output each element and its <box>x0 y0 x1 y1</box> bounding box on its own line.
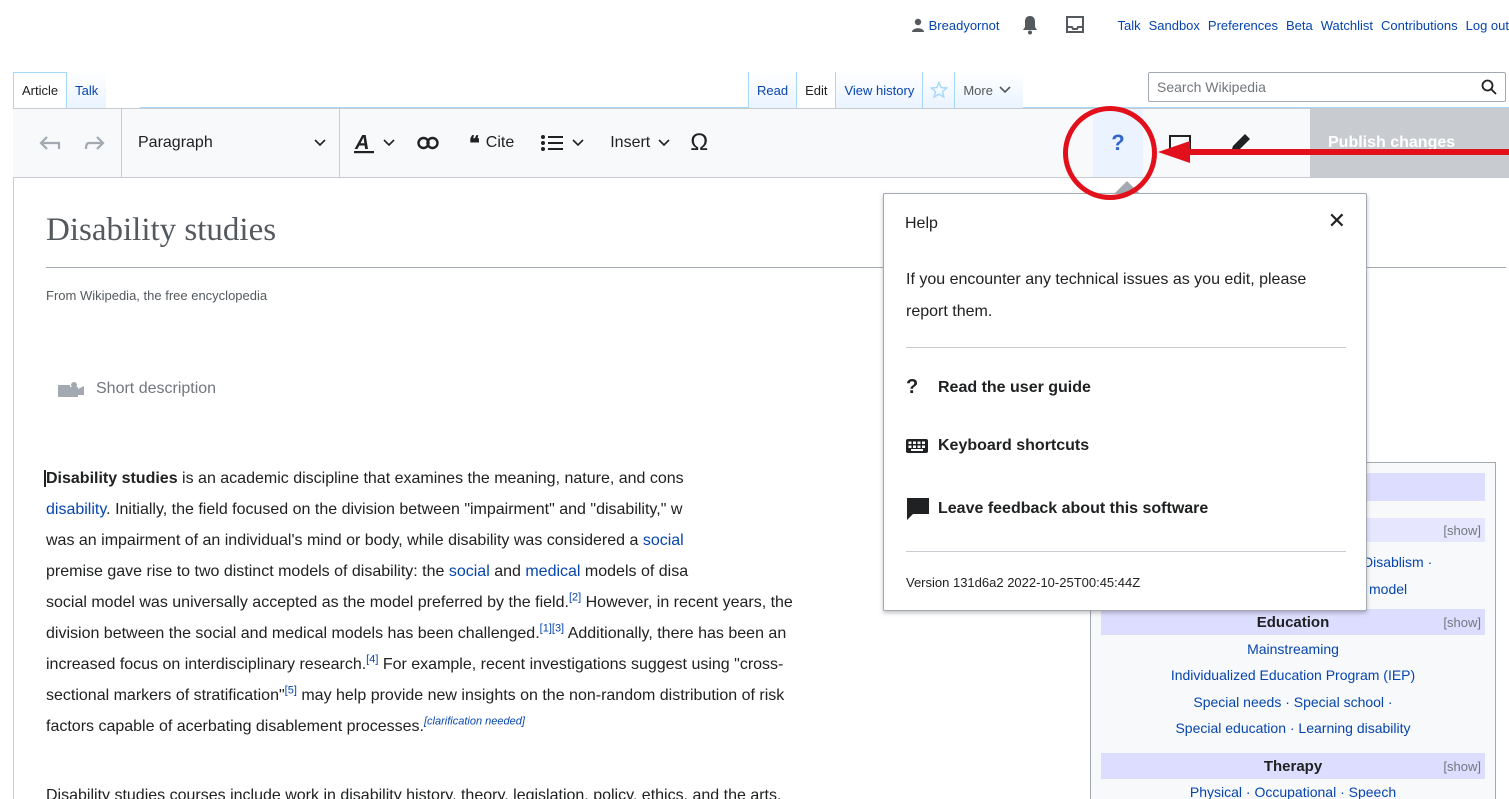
link-disability[interactable]: disability <box>46 501 106 518</box>
insert-label: Insert <box>610 134 651 151</box>
link-beta[interactable]: Beta <box>1286 18 1313 33</box>
link-disablism[interactable]: Disablism · <box>1363 554 1432 570</box>
question-icon: ? <box>906 376 919 398</box>
text-style-icon: A <box>354 132 374 154</box>
link-talk[interactable]: Talk <box>1117 18 1140 33</box>
svg-text:A: A <box>354 132 369 154</box>
namespace-tabs: Article Talk <box>13 72 107 108</box>
tab-edit[interactable]: Edit <box>796 72 836 108</box>
show-toggle[interactable]: [show] <box>1443 759 1481 774</box>
watch-star-icon[interactable] <box>922 72 955 108</box>
close-icon[interactable]: ✕ <box>1328 208 1346 234</box>
search-icon[interactable] <box>1481 79 1497 95</box>
article-paragraph-2[interactable]: Disability studies courses include work … <box>46 780 1086 799</box>
quote-icon: ❝ <box>469 132 480 155</box>
short-description-template[interactable]: Short description <box>58 380 216 398</box>
education-title: Education <box>1256 613 1330 631</box>
chevron-down-icon <box>572 139 584 147</box>
puzzle-piece-icon <box>58 382 84 397</box>
history-group <box>13 109 105 177</box>
education-item[interactable]: Individualized Education Program (IEP) <box>1101 667 1485 683</box>
help-item-label: Leave feedback about this software <box>938 500 1209 517</box>
bullet-list-icon <box>541 135 564 151</box>
toolbar-separator <box>339 108 340 178</box>
search-input[interactable]: Search Wikipedia <box>1148 72 1506 102</box>
view-tabs: Read Edit View history More <box>748 72 1023 108</box>
undo-icon[interactable] <box>39 135 61 151</box>
list-button[interactable] <box>540 134 584 152</box>
help-divider <box>906 347 1346 348</box>
education-item[interactable]: Special education · Learning disability <box>1101 720 1485 736</box>
chevron-down-icon <box>314 139 326 147</box>
redo-icon[interactable] <box>83 135 105 151</box>
insert-dropdown[interactable]: Insert <box>610 134 670 152</box>
link-model[interactable]: model <box>1369 581 1407 597</box>
keyboard-shortcuts-link[interactable]: Keyboard shortcuts <box>906 437 1089 455</box>
chevron-down-icon <box>383 139 395 147</box>
help-title: Help <box>905 215 938 232</box>
cite-label: Cite <box>485 134 515 151</box>
education-item[interactable]: Mainstreaming <box>1101 641 1485 657</box>
link-sandbox[interactable]: Sandbox <box>1149 18 1200 33</box>
help-item-label: Read the user guide <box>938 378 1091 396</box>
user-icon <box>911 18 924 32</box>
username: Breadyornot <box>928 17 1000 33</box>
cite-button[interactable]: ❝ Cite <box>469 131 514 156</box>
help-message: If you encounter any technical issues as… <box>906 271 1307 320</box>
special-character-omega-icon[interactable]: Ω <box>690 129 708 157</box>
show-toggle[interactable]: [show] <box>1443 615 1481 630</box>
therapy-header: Therapy [show] <box>1101 753 1485 779</box>
short-description-label: Short description <box>96 380 217 397</box>
link-button[interactable] <box>417 136 439 150</box>
personal-links: Talk Sandbox Preferences Beta Watchlist … <box>1117 18 1509 33</box>
link-social[interactable]: social <box>643 532 684 549</box>
keyboard-icon <box>906 439 938 453</box>
education-item[interactable]: Special needs · Special school · <box>1101 694 1485 710</box>
tab-more[interactable]: More <box>954 72 1023 108</box>
link-social-model[interactable]: social <box>449 563 490 580</box>
annotation-arrow-icon <box>1158 141 1509 163</box>
notifications-bell-icon[interactable] <box>1021 15 1039 35</box>
more-label: More <box>963 82 993 98</box>
text-style-button[interactable]: A <box>353 132 395 154</box>
link-preferences[interactable]: Preferences <box>1208 18 1278 33</box>
version-info: Version 131d6a2 2022-10-25T00:45:44Z <box>906 575 1141 590</box>
link-log-out[interactable]: Log out <box>1466 18 1509 33</box>
show-toggle[interactable]: [show] <box>1443 523 1481 538</box>
therapy-item[interactable]: Physical · Occupational · Speech <box>1101 784 1485 799</box>
help-item-label: Keyboard shortcuts <box>938 437 1090 454</box>
site-tagline: From Wikipedia, the free encyclopedia <box>46 288 268 303</box>
chevron-down-icon <box>658 139 670 147</box>
format-label: Paragraph <box>138 134 213 151</box>
chevron-down-icon <box>999 86 1011 94</box>
user-link[interactable]: Breadyornot <box>911 17 1000 33</box>
tab-view-history[interactable]: View history <box>835 72 923 108</box>
leave-feedback-link[interactable]: Leave feedback about this software <box>906 497 1208 521</box>
content-border <box>13 178 14 799</box>
tab-talk[interactable]: Talk <box>66 72 107 108</box>
help-divider <box>906 551 1346 552</box>
page-title: Disability studies <box>46 212 277 248</box>
read-user-guide-link[interactable]: ? Read the user guide <box>906 376 1091 399</box>
link-icon <box>417 136 439 150</box>
therapy-title: Therapy <box>1263 757 1323 775</box>
speech-bubble-icon <box>906 497 938 521</box>
search-placeholder: Search Wikipedia <box>1157 79 1266 95</box>
toolbar-separator <box>121 108 122 178</box>
format-dropdown[interactable]: Paragraph <box>138 134 326 152</box>
tab-article[interactable]: Article <box>13 72 67 108</box>
personal-tools: Breadyornot Talk Sandbox Preferences Bet… <box>911 14 1509 36</box>
help-popup: Help ✕ If you encounter any technical is… <box>883 193 1367 611</box>
notices-tray-icon[interactable] <box>1065 15 1085 35</box>
tab-read[interactable]: Read <box>748 72 797 108</box>
education-header: Education [show] <box>1101 609 1485 635</box>
link-contributions[interactable]: Contributions <box>1381 18 1458 33</box>
link-watchlist[interactable]: Watchlist <box>1321 18 1373 33</box>
annotation-circle <box>1063 106 1157 200</box>
link-medical-model[interactable]: medical <box>525 563 580 580</box>
